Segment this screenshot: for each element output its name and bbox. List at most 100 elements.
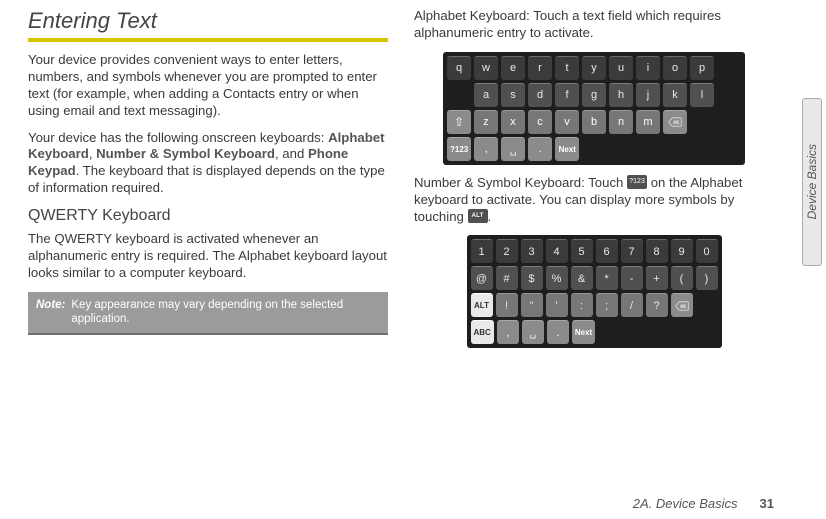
key-p: p xyxy=(690,56,714,80)
key-z: z xyxy=(474,110,498,134)
key--: - xyxy=(621,266,643,290)
key-7: 7 xyxy=(621,239,643,263)
keyboard-row: ABC,␣.Next xyxy=(471,320,718,344)
note-box: Note: Key appearance may vary depending … xyxy=(28,292,388,335)
keyboard-row: ?123,␣.Next xyxy=(447,137,741,161)
keyboards-paragraph: Your device has the following onscreen k… xyxy=(28,130,388,198)
next-key: Next xyxy=(555,137,579,161)
key-3: 3 xyxy=(521,239,543,263)
key-d: d xyxy=(528,83,552,107)
key-0: 0 xyxy=(696,239,718,263)
key-g: g xyxy=(582,83,606,107)
kb-para-pre: Your device has the following onscreen k… xyxy=(28,130,328,145)
key-k: k xyxy=(663,83,687,107)
shift-key: ⇧ xyxy=(447,110,471,134)
page-footer: 2A. Device Basics 31 xyxy=(633,496,774,511)
keyboard-row: ALT!"':;/?DEL xyxy=(471,293,718,317)
numsym-para-post: . xyxy=(488,209,492,224)
space-key: ␣ xyxy=(501,137,525,161)
key-5: 5 xyxy=(571,239,593,263)
side-tab: Device Basics xyxy=(802,98,822,266)
key-@: @ xyxy=(471,266,493,290)
keyboard-row: 1234567890 xyxy=(471,239,718,263)
key-,: , xyxy=(474,137,498,161)
alpha-keyboard: qwertyuiop asdfghjkl ⇧zxcvbnmDEL ?123,␣.Nex… xyxy=(443,52,745,165)
key-8: 8 xyxy=(646,239,668,263)
key-2: 2 xyxy=(496,239,518,263)
key-o: o xyxy=(663,56,687,80)
key-$: $ xyxy=(521,266,543,290)
numsym-para-pre: Number & Symbol Keyboard: Touch xyxy=(414,175,627,190)
key-r: r xyxy=(528,56,552,80)
footer-page-number: 31 xyxy=(760,496,774,511)
key-.: . xyxy=(528,137,552,161)
keyboard-row: asdfghjkl xyxy=(447,83,741,107)
key-6: 6 xyxy=(596,239,618,263)
space-key: ␣ xyxy=(522,320,544,344)
qwerty-paragraph: The QWERTY keyboard is activated wheneve… xyxy=(28,231,388,282)
key-4: 4 xyxy=(546,239,568,263)
key-j: j xyxy=(636,83,660,107)
kb-para-mid2: , and xyxy=(275,146,308,161)
key-;: ; xyxy=(596,293,618,317)
key-': ' xyxy=(546,293,568,317)
key-/: / xyxy=(621,293,643,317)
page-content: Entering Text Your device provides conve… xyxy=(28,8,774,485)
alpha-kbd-paragraph: Alphabet Keyboard: Touch a text field wh… xyxy=(414,8,774,42)
numsym-keyboard-figure: 1234567890 @#$%&*-+() ALT!"':;/?DEL ABC,␣.N… xyxy=(414,235,774,348)
kb-para-post: . The keyboard that is displayed depends… xyxy=(28,163,385,195)
key-f: f xyxy=(555,83,579,107)
note-text: Key appearance may vary depending on the… xyxy=(71,298,380,327)
keyboard-row: ⇧zxcvbnmDEL xyxy=(447,110,741,134)
note-label: Note: xyxy=(36,298,65,327)
key-:: : xyxy=(571,293,593,317)
key-,: , xyxy=(497,320,519,344)
key-b: b xyxy=(582,110,606,134)
numsym-kbd-paragraph: Number & Symbol Keyboard: Touch ?123 on … xyxy=(414,175,774,226)
key-x: x xyxy=(501,110,525,134)
delete-key: DEL xyxy=(663,110,687,134)
key-n: n xyxy=(609,110,633,134)
key-!: ! xyxy=(496,293,518,317)
key-": " xyxy=(521,293,543,317)
key-#: # xyxy=(496,266,518,290)
key-m: m xyxy=(636,110,660,134)
key-9: 9 xyxy=(671,239,693,263)
key-.: . xyxy=(547,320,569,344)
keyboard-row: @#$%&*-+() xyxy=(471,266,718,290)
key-l: l xyxy=(690,83,714,107)
heading-underline xyxy=(28,38,388,42)
key-i: i xyxy=(636,56,660,80)
key-e: e xyxy=(501,56,525,80)
key-?: ? xyxy=(646,293,668,317)
key-&: & xyxy=(571,266,593,290)
delete-key: DEL xyxy=(671,293,693,317)
kb-name-numsym: Number & Symbol Keyboard xyxy=(96,146,275,161)
key-*: * xyxy=(596,266,618,290)
key-): ) xyxy=(696,266,718,290)
heading-entering-text: Entering Text xyxy=(28,8,388,34)
key-(: ( xyxy=(671,266,693,290)
next-key: Next xyxy=(572,320,595,344)
key-s: s xyxy=(501,83,525,107)
key-+: + xyxy=(646,266,668,290)
numsym-keyboard: 1234567890 @#$%&*-+() ALT!"':;/?DEL ABC,␣.N… xyxy=(467,235,722,348)
alt-key: ALT xyxy=(471,293,493,317)
key-h: h xyxy=(609,83,633,107)
key-t: t xyxy=(555,56,579,80)
numsym-switch-icon: ?123 xyxy=(627,175,647,189)
key-a: a xyxy=(474,83,498,107)
alpha-switch-key: ABC xyxy=(471,320,494,344)
key-v: v xyxy=(555,110,579,134)
key-u: u xyxy=(609,56,633,80)
key-w: w xyxy=(474,56,498,80)
intro-paragraph: Your device provides convenient ways to … xyxy=(28,52,388,120)
footer-section: 2A. Device Basics xyxy=(633,496,738,511)
side-tab-label: Device Basics xyxy=(805,144,819,219)
left-column: Entering Text Your device provides conve… xyxy=(28,8,388,485)
right-column: Alphabet Keyboard: Touch a text field wh… xyxy=(414,8,774,485)
alt-switch-icon: ALT xyxy=(468,209,488,223)
key-1: 1 xyxy=(471,239,493,263)
keyboard-row: qwertyuiop xyxy=(447,56,741,80)
alpha-keyboard-figure: qwertyuiop asdfghjkl ⇧zxcvbnmDEL ?123,␣.Nex… xyxy=(414,52,774,165)
